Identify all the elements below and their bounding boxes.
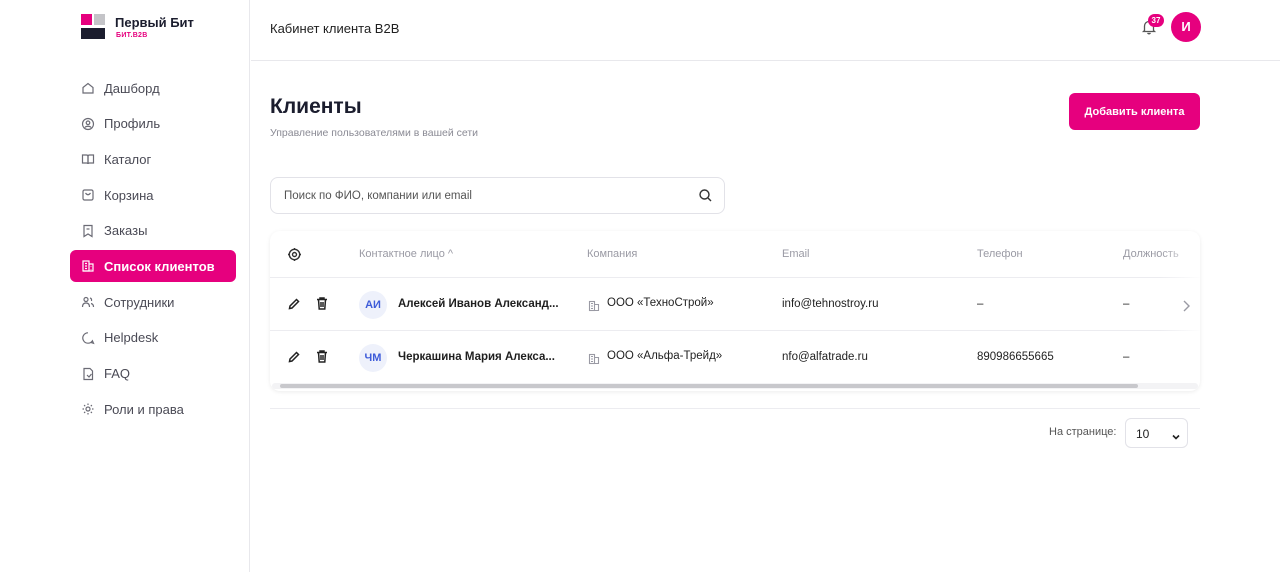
- sidebar-item-label: Профиль: [104, 116, 161, 132]
- sidebar-item-label: Корзина: [104, 187, 154, 203]
- per-page-select[interactable]: 10: [1125, 418, 1188, 448]
- clients-table: Контактное лицо ^ Компания Email Телефон…: [270, 231, 1200, 391]
- sidebar-item-label: Helpdesk: [104, 330, 159, 346]
- horizontal-scrollbar[interactable]: [272, 383, 1198, 389]
- sidebar-item-label: Сотрудники: [104, 294, 175, 310]
- avatar[interactable]: И: [1171, 12, 1201, 42]
- sidebar-item-label: Список клиентов: [104, 258, 215, 274]
- logo-mark-icon: [81, 14, 107, 40]
- sidebar-item-label: Заказы: [104, 223, 148, 239]
- table-row: ЧМ Черкашина Мария Алекса... ООО «Альфа-…: [270, 331, 1200, 384]
- gear-icon: [81, 402, 95, 416]
- sidebar-item-faq[interactable]: FAQ: [70, 358, 236, 390]
- building-icon: [81, 259, 95, 273]
- brand-name: Первый Бит: [115, 15, 194, 30]
- chevron-right-icon[interactable]: [1180, 299, 1192, 313]
- brand-sub: БИТ.B2B: [116, 32, 148, 39]
- building-icon: [588, 352, 600, 365]
- add-client-button[interactable]: Добавить клиента: [1069, 93, 1200, 130]
- column-position[interactable]: Должность: [1123, 248, 1179, 260]
- sidebar-item-cart[interactable]: Корзина: [70, 179, 236, 211]
- page-title: Клиенты: [270, 95, 362, 118]
- email-value: info@tehnostroy.ru: [782, 298, 879, 310]
- sidebar-item-employees[interactable]: Сотрудники: [70, 286, 236, 318]
- search-box: [270, 177, 725, 214]
- table-header: Контактное лицо ^ Компания Email Телефон…: [270, 231, 1200, 278]
- brand-logo[interactable]: Первый Бит БИТ.B2B: [81, 14, 241, 44]
- edit-icon[interactable]: [287, 297, 301, 311]
- column-phone[interactable]: Телефон: [977, 248, 1023, 260]
- sidebar-item-label: FAQ: [104, 366, 131, 381]
- sidebar-item-helpdesk[interactable]: Helpdesk: [70, 322, 236, 354]
- header-title: Кабинет клиента B2B: [270, 21, 400, 36]
- sidebar-item-profile[interactable]: Профиль: [70, 108, 236, 140]
- table-row: АИ Алексей Иванов Александ... ООО «Техно…: [270, 278, 1200, 331]
- sidebar-item-label: Каталог: [104, 151, 152, 167]
- delete-icon[interactable]: [315, 296, 329, 311]
- initials-avatar: АИ: [359, 291, 387, 319]
- position-value: –: [1123, 298, 1130, 310]
- scrollbar-thumb[interactable]: [280, 384, 1138, 388]
- sidebar-item-roles[interactable]: Роли и права: [70, 393, 236, 425]
- sidebar-item-catalog[interactable]: Каталог: [70, 143, 236, 175]
- column-contact[interactable]: Контактное лицо ^: [359, 248, 453, 260]
- page-subtitle: Управление пользователями в вашей сети: [270, 127, 479, 139]
- receipt-icon: [81, 224, 95, 238]
- sidebar-item-label: Дашборд: [104, 80, 160, 96]
- chat-icon: [81, 331, 95, 345]
- position-value: –: [1123, 351, 1130, 363]
- sidebar-item-dashboard[interactable]: Дашборд: [70, 72, 236, 104]
- chevron-down-icon: [1171, 429, 1181, 440]
- cart-icon: [81, 188, 95, 202]
- phone-value: 890986655665: [977, 351, 1054, 363]
- per-page-value: 10: [1136, 427, 1150, 441]
- column-company[interactable]: Компания: [587, 248, 637, 260]
- sidebar-item-clients[interactable]: Список клиентов: [70, 250, 236, 283]
- building-icon: [588, 299, 600, 312]
- column-settings-icon[interactable]: [287, 247, 302, 262]
- home-icon: [81, 81, 95, 95]
- edit-icon[interactable]: [287, 350, 301, 364]
- sidebar-nav: Дашборд Профиль Каталог Корзина Заказы С…: [70, 72, 236, 429]
- company-name: ООО «Альфа-Трейд»: [607, 350, 723, 362]
- top-header: Кабинет клиента B2B 37 И: [251, 0, 1280, 61]
- document-icon: [81, 367, 95, 381]
- sidebar-item-orders[interactable]: Заказы: [70, 215, 236, 247]
- book-icon: [81, 152, 95, 166]
- phone-value: –: [977, 298, 984, 310]
- notification-badge: 37: [1148, 14, 1164, 27]
- sidebar: Первый Бит БИТ.B2B Дашборд Профиль Катал…: [0, 0, 250, 572]
- contact-name[interactable]: Алексей Иванов Александ...: [398, 298, 563, 310]
- delete-icon[interactable]: [315, 349, 329, 364]
- column-email[interactable]: Email: [782, 248, 810, 260]
- divider: [270, 408, 1200, 409]
- company-name: ООО «ТехноСтрой»: [607, 297, 714, 309]
- search-input[interactable]: [284, 187, 684, 205]
- user-circle-icon: [81, 117, 95, 131]
- sidebar-item-label: Роли и права: [104, 401, 184, 417]
- initials-avatar: ЧМ: [359, 344, 387, 372]
- contact-name[interactable]: Черкашина Мария Алекса...: [398, 351, 563, 363]
- users-icon: [81, 295, 95, 309]
- per-page-label: На странице:: [1049, 426, 1117, 438]
- email-value: nfo@alfatrade.ru: [782, 351, 868, 363]
- search-icon[interactable]: [698, 188, 713, 203]
